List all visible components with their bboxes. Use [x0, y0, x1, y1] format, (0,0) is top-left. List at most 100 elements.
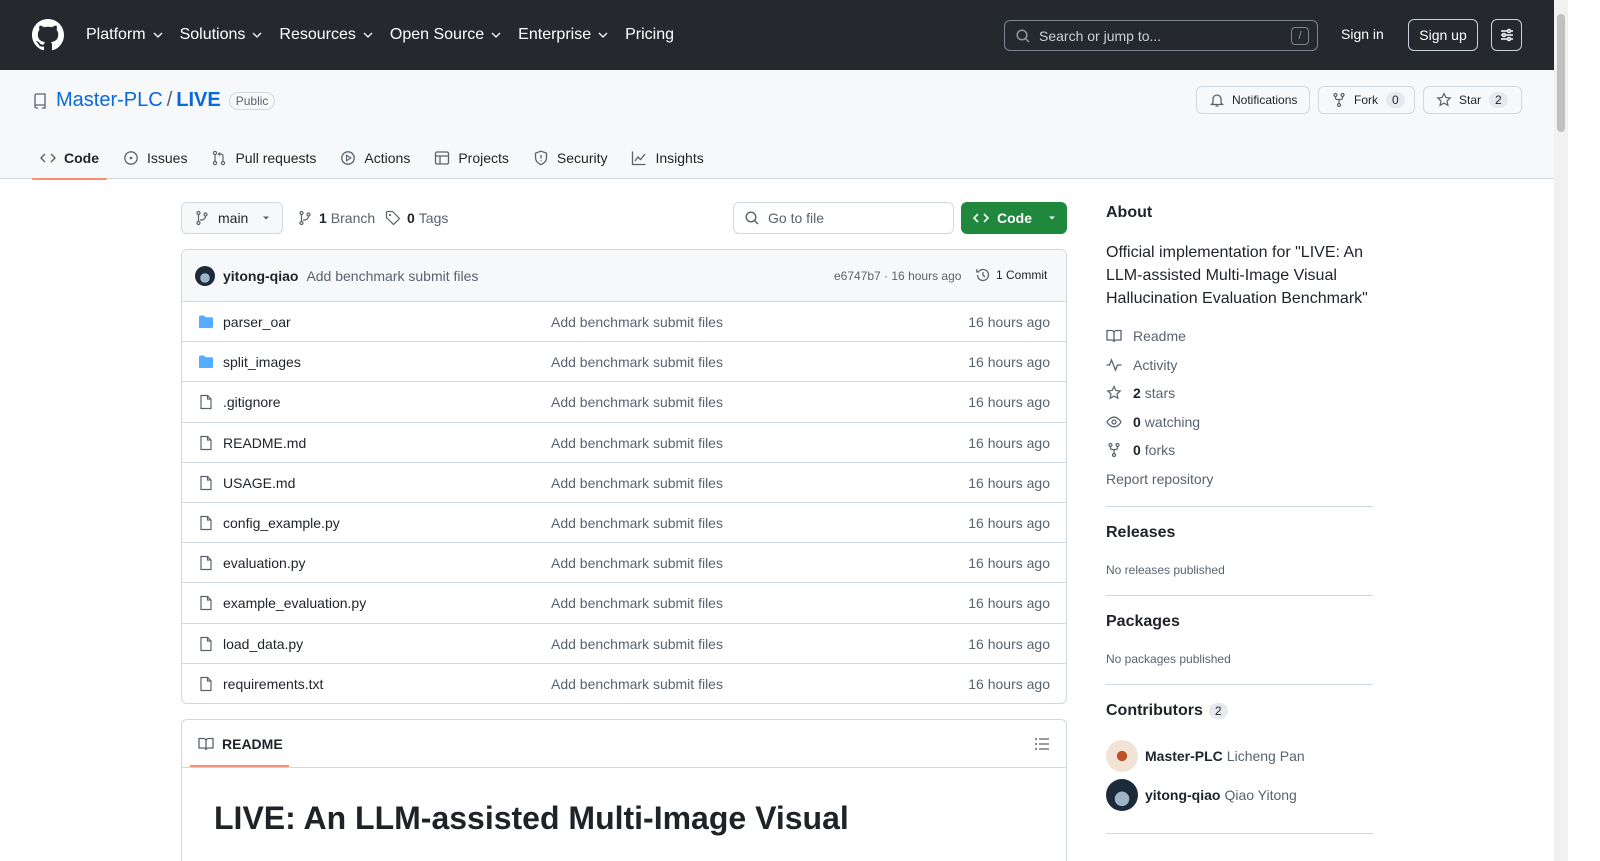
- file-row[interactable]: parser_oar Add benchmark submit files 16 h…: [182, 302, 1066, 343]
- file-name-link[interactable]: requirements.txt: [223, 676, 323, 692]
- packages-title[interactable]: Packages: [1106, 613, 1180, 631]
- releases-title[interactable]: Releases: [1106, 524, 1175, 542]
- tab-actions-label: Actions: [364, 150, 411, 166]
- file-row[interactable]: README.md Add benchmark submit files 16 ho…: [182, 423, 1066, 463]
- file-name-link[interactable]: USAGE.md: [223, 475, 295, 491]
- file-commit-message-link[interactable]: Add benchmark submit files: [551, 314, 723, 330]
- page-scrollbar[interactable]: [1554, 0, 1568, 861]
- file-icon: [198, 595, 214, 611]
- file-age: 16 hours ago: [968, 314, 1050, 330]
- fork-button[interactable]: Fork 0: [1318, 86, 1415, 114]
- readme-link-label: Readme: [1133, 328, 1186, 344]
- go-to-file-input[interactable]: Go to file: [733, 202, 954, 234]
- file-name-link[interactable]: example_evaluation.py: [223, 595, 366, 611]
- file-row[interactable]: split_images Add benchmark submit files 16…: [182, 342, 1066, 383]
- readme-tab[interactable]: README: [198, 736, 283, 752]
- nav-solutions[interactable]: Solutions: [180, 26, 264, 44]
- readme-link[interactable]: Readme: [1106, 328, 1186, 344]
- file-commit-message-link[interactable]: Add benchmark submit files: [551, 435, 723, 451]
- file-age: 16 hours ago: [968, 595, 1050, 612]
- search-placeholder: Search or jump to...: [1039, 27, 1162, 44]
- file-row[interactable]: USAGE.md Add benchmark submit files 16 hou…: [182, 463, 1066, 503]
- book-icon: [198, 737, 214, 751]
- nav-open-source[interactable]: Open Source: [390, 26, 502, 44]
- nav-pricing[interactable]: Pricing: [625, 26, 674, 44]
- nav-enterprise[interactable]: Enterprise: [518, 26, 609, 44]
- branches-link[interactable]: 1 Branch: [297, 210, 375, 226]
- sign-up-button[interactable]: Sign up: [1408, 19, 1478, 51]
- avatar: [1106, 740, 1138, 772]
- global-search-input[interactable]: Search or jump to... /: [1004, 20, 1318, 51]
- repo-owner-link[interactable]: Master-PLC: [56, 89, 163, 112]
- repo-name-link[interactable]: LIVE: [176, 89, 220, 112]
- forks-count: 0: [1133, 442, 1141, 458]
- avatar[interactable]: [195, 265, 215, 286]
- file-commit-message-link[interactable]: Add benchmark submit files: [551, 595, 723, 611]
- file-name-link[interactable]: parser_oar: [223, 314, 291, 330]
- star-button[interactable]: Star 2: [1423, 86, 1522, 114]
- scrollbar-thumb[interactable]: [1557, 14, 1565, 132]
- file-commit-message-link[interactable]: Add benchmark submit files: [551, 354, 723, 370]
- github-logo-icon[interactable]: [32, 19, 64, 51]
- tab-issues[interactable]: Issues: [115, 137, 195, 179]
- file-name-link[interactable]: split_images: [223, 354, 301, 370]
- star-icon: [1436, 92, 1452, 107]
- file-name-link[interactable]: config_example.py: [223, 515, 340, 531]
- file-commit-message-link[interactable]: Add benchmark submit files: [551, 636, 723, 652]
- file-row[interactable]: evaluation.py Add benchmark submit files 1…: [182, 543, 1066, 584]
- nav-pricing-label: Pricing: [625, 26, 674, 43]
- file-name-link[interactable]: load_data.py: [223, 636, 303, 652]
- tab-code[interactable]: Code: [32, 137, 107, 180]
- file-commit-message-link[interactable]: Add benchmark submit files: [551, 475, 723, 491]
- contributors-title[interactable]: Contributors 2: [1106, 702, 1228, 720]
- report-repository-link[interactable]: Report repository: [1106, 471, 1213, 487]
- forks-link[interactable]: 0 forks: [1106, 442, 1175, 458]
- repo-tabs: Code Issues Pull requests Actions Projec…: [32, 137, 720, 180]
- code-download-button[interactable]: Code: [961, 202, 1067, 234]
- file-icon: [198, 676, 214, 692]
- file-commit-message-link[interactable]: Add benchmark submit files: [551, 555, 723, 571]
- contributor-item[interactable]: Master-PLC Licheng Pan: [1106, 740, 1305, 772]
- file-row[interactable]: example_evaluation.py Add benchmark submi…: [182, 583, 1066, 624]
- tab-projects-label: Projects: [458, 150, 509, 166]
- tab-projects[interactable]: Projects: [426, 137, 517, 179]
- commit-author-link[interactable]: yitong-qiao: [223, 268, 298, 284]
- file-row[interactable]: config_example.py Add benchmark submit fi…: [182, 503, 1066, 544]
- file-name-link[interactable]: .gitignore: [223, 394, 281, 410]
- commits-history-link[interactable]: 1 Commit: [975, 267, 1047, 283]
- commit-sha-time[interactable]: e6747b7 · 16 hours ago: [834, 269, 961, 283]
- contributor-item[interactable]: yitong-qiao Qiao Yitong: [1106, 779, 1297, 811]
- chevron-down-icon: [491, 32, 501, 38]
- appearance-settings-button[interactable]: [1491, 19, 1522, 51]
- triangle-down-icon: [263, 216, 270, 220]
- tab-security[interactable]: Security: [525, 137, 616, 179]
- list-unordered-icon[interactable]: [1034, 736, 1050, 752]
- commit-message-link[interactable]: Add benchmark submit files: [306, 268, 478, 284]
- file-commit-message-link[interactable]: Add benchmark submit files: [551, 515, 723, 531]
- watchers-link[interactable]: 0 watching: [1106, 414, 1200, 430]
- tab-actions[interactable]: Actions: [332, 137, 418, 179]
- file-commit-message-link[interactable]: Add benchmark submit files: [551, 394, 723, 410]
- code-icon: [40, 153, 56, 163]
- latest-commit-bar: yitong-qiao Add benchmark submit files e…: [182, 250, 1066, 302]
- file-row[interactable]: .gitignore Add benchmark submit files 16 h…: [182, 382, 1066, 423]
- sign-in-link[interactable]: Sign in: [1341, 26, 1384, 42]
- activity-link[interactable]: Activity: [1106, 357, 1177, 373]
- file-rows: parser_oar Add benchmark submit files 16 h…: [182, 302, 1066, 703]
- branch-select-button[interactable]: main: [181, 202, 283, 234]
- file-row[interactable]: load_data.py Add benchmark submit files 16…: [182, 624, 1066, 664]
- file-commit-message-link[interactable]: Add benchmark submit files: [551, 676, 723, 692]
- file-name-link[interactable]: evaluation.py: [223, 555, 306, 571]
- file-row[interactable]: requirements.txt Add benchmark submit fil…: [182, 664, 1066, 703]
- tab-insights[interactable]: Insights: [623, 137, 711, 179]
- notifications-button[interactable]: Notifications: [1196, 86, 1310, 114]
- nav-platform[interactable]: Platform: [86, 26, 164, 44]
- nav-resources[interactable]: Resources: [279, 26, 373, 44]
- tab-pull-requests[interactable]: Pull requests: [203, 137, 324, 179]
- history-icon: [976, 268, 990, 282]
- file-name-link[interactable]: README.md: [223, 435, 306, 451]
- folder-icon: [198, 314, 214, 330]
- git-branch-icon: [196, 210, 208, 226]
- tags-link[interactable]: 0 Tags: [385, 210, 448, 226]
- stars-link[interactable]: 2 stars: [1106, 385, 1175, 401]
